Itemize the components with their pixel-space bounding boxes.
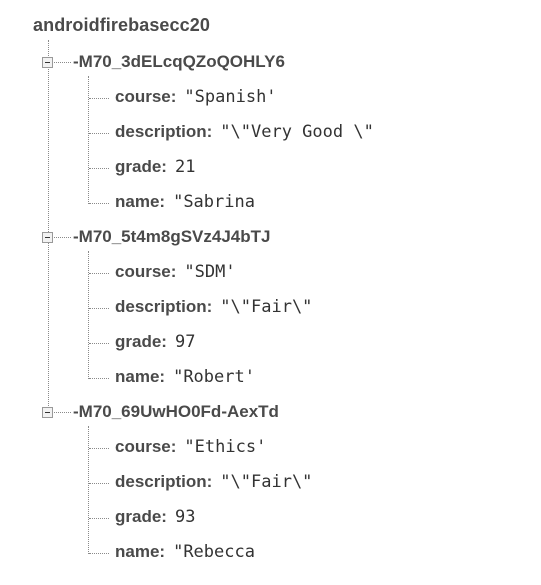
field-label: name: xyxy=(115,542,166,561)
tree-connector xyxy=(89,133,109,134)
tree-connector xyxy=(89,518,109,519)
field-label: description: xyxy=(115,297,213,316)
field-value[interactable]: "Spanish' xyxy=(184,87,276,107)
field-label: course: xyxy=(115,87,177,106)
tree-connector xyxy=(54,237,71,238)
tree-connector xyxy=(89,98,109,99)
node-key[interactable]: -M70_69UwHO0Fd-AexTd xyxy=(73,402,279,422)
field-label: grade: xyxy=(115,332,167,351)
field-value[interactable]: "Ethics' xyxy=(184,437,266,457)
tree-node[interactable]: -M70_5t4m8gSVz4J4bTJ xyxy=(42,225,362,251)
field-label: grade: xyxy=(115,157,167,176)
collapse-minus-icon[interactable] xyxy=(42,57,53,68)
field-value[interactable]: "SDM' xyxy=(184,262,235,282)
tree-connector xyxy=(89,273,109,274)
node-key[interactable]: -M70_3dELcqQZoQOHLY6 xyxy=(73,52,285,72)
field-label: description: xyxy=(115,472,213,491)
tree-connector xyxy=(89,553,109,554)
field-label: course: xyxy=(115,437,177,456)
field-label: course: xyxy=(115,262,177,281)
tree-connector xyxy=(89,168,109,169)
field-value[interactable]: "Robert' xyxy=(173,367,255,387)
field-label: description: xyxy=(115,122,213,141)
field-label: name: xyxy=(115,367,166,386)
tree-node[interactable]: -M70_69UwHO0Fd-AexTd xyxy=(42,400,362,426)
field-value[interactable]: "\"Fair\" xyxy=(220,472,312,492)
tree-connector xyxy=(89,378,109,379)
tree-node[interactable]: -M70_3dELcqQZoQOHLY6 xyxy=(42,50,362,76)
tree-connector xyxy=(88,251,89,379)
collapse-minus-icon[interactable] xyxy=(42,407,53,418)
field-label: name: xyxy=(115,192,166,211)
tree-connector xyxy=(54,62,71,63)
field-value[interactable]: "\"Very Good \" xyxy=(220,122,374,142)
field-value[interactable]: "Rebecca xyxy=(173,542,255,562)
field-value[interactable]: "Sabrina xyxy=(173,192,255,212)
tree-connector xyxy=(88,426,89,554)
tree-connector xyxy=(89,343,109,344)
field-value[interactable]: 97 xyxy=(175,332,195,352)
tree-connector xyxy=(54,412,71,413)
tree-connector xyxy=(89,483,109,484)
root-node-title[interactable]: androidfirebasecc20 xyxy=(33,15,210,36)
field-value[interactable]: 93 xyxy=(175,507,195,527)
tree-connector xyxy=(89,448,109,449)
field-value[interactable]: 21 xyxy=(175,157,195,177)
node-key[interactable]: -M70_5t4m8gSVz4J4bTJ xyxy=(73,227,270,247)
collapse-minus-icon[interactable] xyxy=(42,232,53,243)
tree-connector xyxy=(89,308,109,309)
tree-connector xyxy=(89,203,109,204)
field-label: grade: xyxy=(115,507,167,526)
tree-connector xyxy=(88,76,89,204)
field-value[interactable]: "\"Fair\" xyxy=(220,297,312,317)
